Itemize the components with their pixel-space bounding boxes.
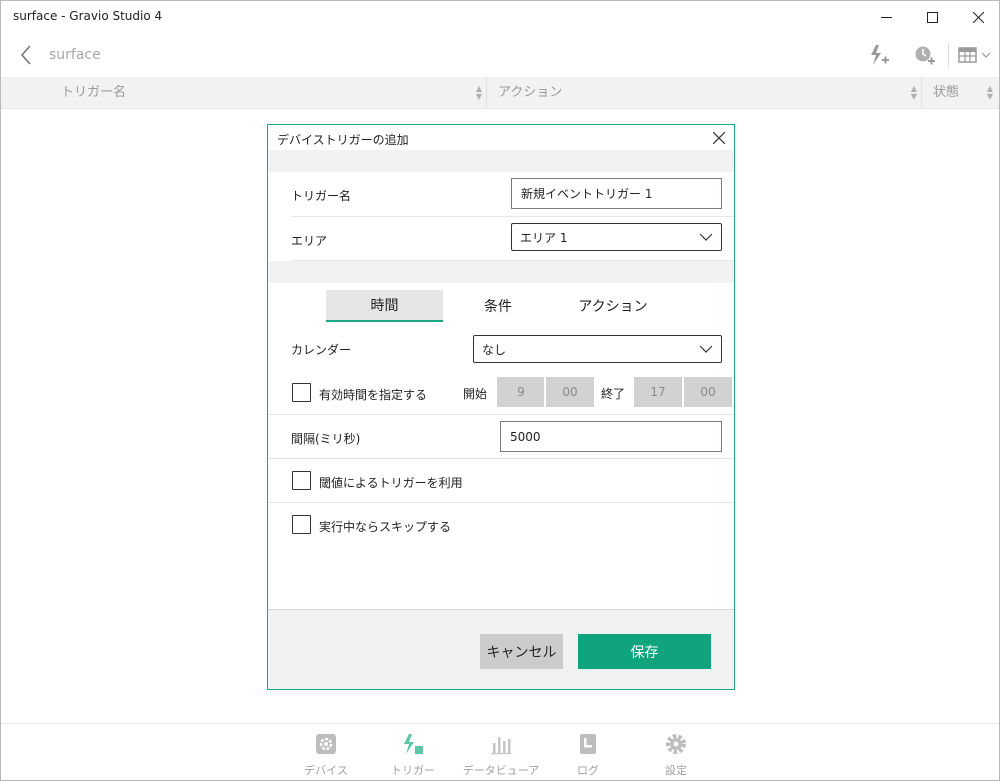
tab-label: 条件 bbox=[484, 299, 512, 315]
end-hour-input[interactable]: 17 bbox=[634, 377, 682, 407]
area-select[interactable]: エリア 1 bbox=[511, 223, 722, 251]
sort-icon: ▲ ▼ bbox=[910, 84, 917, 101]
chevron-down-icon bbox=[699, 345, 713, 353]
column-header-trigger-name[interactable]: トリガー名 ▲ ▼ bbox=[49, 77, 486, 109]
tab-action[interactable]: アクション bbox=[563, 290, 663, 322]
log-icon bbox=[576, 732, 600, 756]
gear-icon bbox=[664, 732, 688, 756]
bottom-nav-log[interactable]: ログ bbox=[548, 730, 628, 778]
back-button[interactable] bbox=[15, 43, 37, 67]
chevron-down-icon bbox=[981, 52, 990, 58]
chevron-down-icon bbox=[699, 233, 713, 241]
column-header-label: アクション bbox=[498, 85, 563, 100]
calendar-value: なし bbox=[482, 342, 507, 357]
start-hour-input[interactable]: 9 bbox=[497, 377, 545, 407]
chevron-left-icon bbox=[20, 45, 31, 65]
bottom-nav-devices[interactable]: デバイス bbox=[286, 730, 366, 778]
bottom-nav-triggers[interactable]: トリガー bbox=[373, 730, 453, 778]
table-header: トリガー名 ▲ ▼ アクション ▲ ▼ 状態 ▲ ▼ bbox=[1, 77, 999, 109]
calendar-select[interactable]: なし bbox=[473, 335, 722, 363]
sort-icon: ▲ ▼ bbox=[475, 84, 482, 101]
bar-chart-icon bbox=[489, 732, 513, 756]
row-divider bbox=[268, 414, 734, 415]
row-divider bbox=[291, 216, 734, 217]
view-menu-button[interactable] bbox=[955, 43, 993, 67]
interval-label: 間隔(ミリ秒) bbox=[291, 432, 361, 446]
nav-bar: surface bbox=[1, 33, 999, 77]
area-label: エリア bbox=[291, 234, 328, 248]
page-title: surface bbox=[49, 47, 101, 63]
trigger-name-input[interactable]: 新規イベントトリガー 1 bbox=[511, 178, 722, 209]
maximize-button[interactable] bbox=[909, 1, 955, 33]
close-window-button[interactable] bbox=[955, 1, 1000, 33]
trigger-icon bbox=[401, 732, 425, 756]
bottom-nav-label: トリガー bbox=[391, 764, 435, 777]
trigger-name-value: 新規イベントトリガー 1 bbox=[521, 187, 653, 201]
end-hour-value: 17 bbox=[650, 385, 666, 399]
maximize-icon bbox=[926, 11, 938, 23]
skip-if-running-checkbox[interactable] bbox=[292, 515, 311, 534]
bottom-nav-data-viewer[interactable]: データビューア bbox=[461, 730, 541, 778]
close-icon bbox=[972, 11, 984, 23]
start-minute-value: 00 bbox=[562, 385, 578, 399]
close-icon bbox=[713, 132, 725, 144]
add-schedule-button[interactable] bbox=[913, 43, 937, 67]
trigger-name-label: トリガー名 bbox=[291, 189, 352, 203]
row-divider bbox=[268, 502, 734, 503]
threshold-checkbox[interactable] bbox=[292, 471, 311, 490]
valid-time-checkbox[interactable] bbox=[292, 383, 311, 402]
interval-value: 5000 bbox=[510, 429, 541, 444]
add-device-trigger-dialog: デバイストリガーの追加 トリガー名 新規イベントトリガー 1 エリア エリア 1… bbox=[267, 124, 735, 690]
threshold-label: 閾値によるトリガーを利用 bbox=[319, 476, 463, 490]
skip-if-running-label: 実行中ならスキップする bbox=[319, 520, 452, 534]
end-minute-value: 00 bbox=[700, 385, 716, 399]
cancel-label: キャンセル bbox=[486, 644, 557, 661]
tab-label: 時間 bbox=[370, 298, 399, 314]
start-hour-value: 9 bbox=[517, 385, 525, 399]
tab-condition[interactable]: 条件 bbox=[448, 290, 548, 322]
column-header-label: トリガー名 bbox=[61, 85, 127, 100]
minimize-icon bbox=[880, 16, 892, 18]
calendar-label: カレンダー bbox=[291, 343, 352, 357]
save-button[interactable]: 保存 bbox=[578, 634, 711, 669]
title-bar: surface - Gravio Studio 4 bbox=[1, 1, 999, 33]
minimize-button[interactable] bbox=[863, 1, 909, 33]
end-time-label: 終了 bbox=[601, 387, 626, 401]
bottom-nav-label: 設定 bbox=[665, 764, 687, 777]
bottom-nav-label: デバイス bbox=[304, 764, 348, 777]
row-divider bbox=[268, 458, 734, 459]
dialog-title: デバイストリガーの追加 bbox=[277, 133, 409, 147]
table-view-icon bbox=[957, 47, 977, 63]
section-band bbox=[268, 261, 734, 283]
start-time-label: 開始 bbox=[463, 387, 488, 401]
column-header-label: 状態 bbox=[933, 85, 960, 100]
interval-input[interactable]: 5000 bbox=[500, 421, 722, 452]
end-minute-input[interactable]: 00 bbox=[684, 377, 732, 407]
bottom-nav: デバイス トリガー データビューア ログ 設定 bbox=[1, 723, 999, 780]
cancel-button[interactable]: キャンセル bbox=[480, 634, 563, 669]
bottom-nav-settings[interactable]: 設定 bbox=[636, 730, 716, 778]
clock-plus-icon bbox=[915, 46, 935, 65]
nav-divider bbox=[948, 43, 949, 67]
tab-time[interactable]: 時間 bbox=[326, 290, 443, 322]
add-trigger-button[interactable] bbox=[867, 43, 891, 67]
bottom-nav-label: データビューア bbox=[462, 764, 540, 777]
dialog-footer: キャンセル 保存 bbox=[268, 609, 734, 689]
sort-icon: ▲ ▼ bbox=[986, 84, 993, 101]
window-title: surface - Gravio Studio 4 bbox=[13, 9, 163, 23]
lightning-plus-icon bbox=[871, 45, 889, 65]
column-header-status[interactable]: 状態 ▲ ▼ bbox=[921, 77, 997, 109]
area-value: エリア 1 bbox=[520, 230, 568, 245]
column-header-action[interactable]: アクション ▲ ▼ bbox=[486, 77, 921, 109]
save-label: 保存 bbox=[630, 644, 659, 661]
start-minute-input[interactable]: 00 bbox=[546, 377, 594, 407]
dialog-close-button[interactable] bbox=[710, 129, 728, 147]
valid-time-label: 有効時間を指定する bbox=[319, 388, 428, 402]
gear-square-icon bbox=[314, 732, 338, 756]
section-band bbox=[268, 150, 734, 172]
tab-label: アクション bbox=[578, 299, 648, 315]
bottom-nav-label: ログ bbox=[577, 764, 599, 777]
